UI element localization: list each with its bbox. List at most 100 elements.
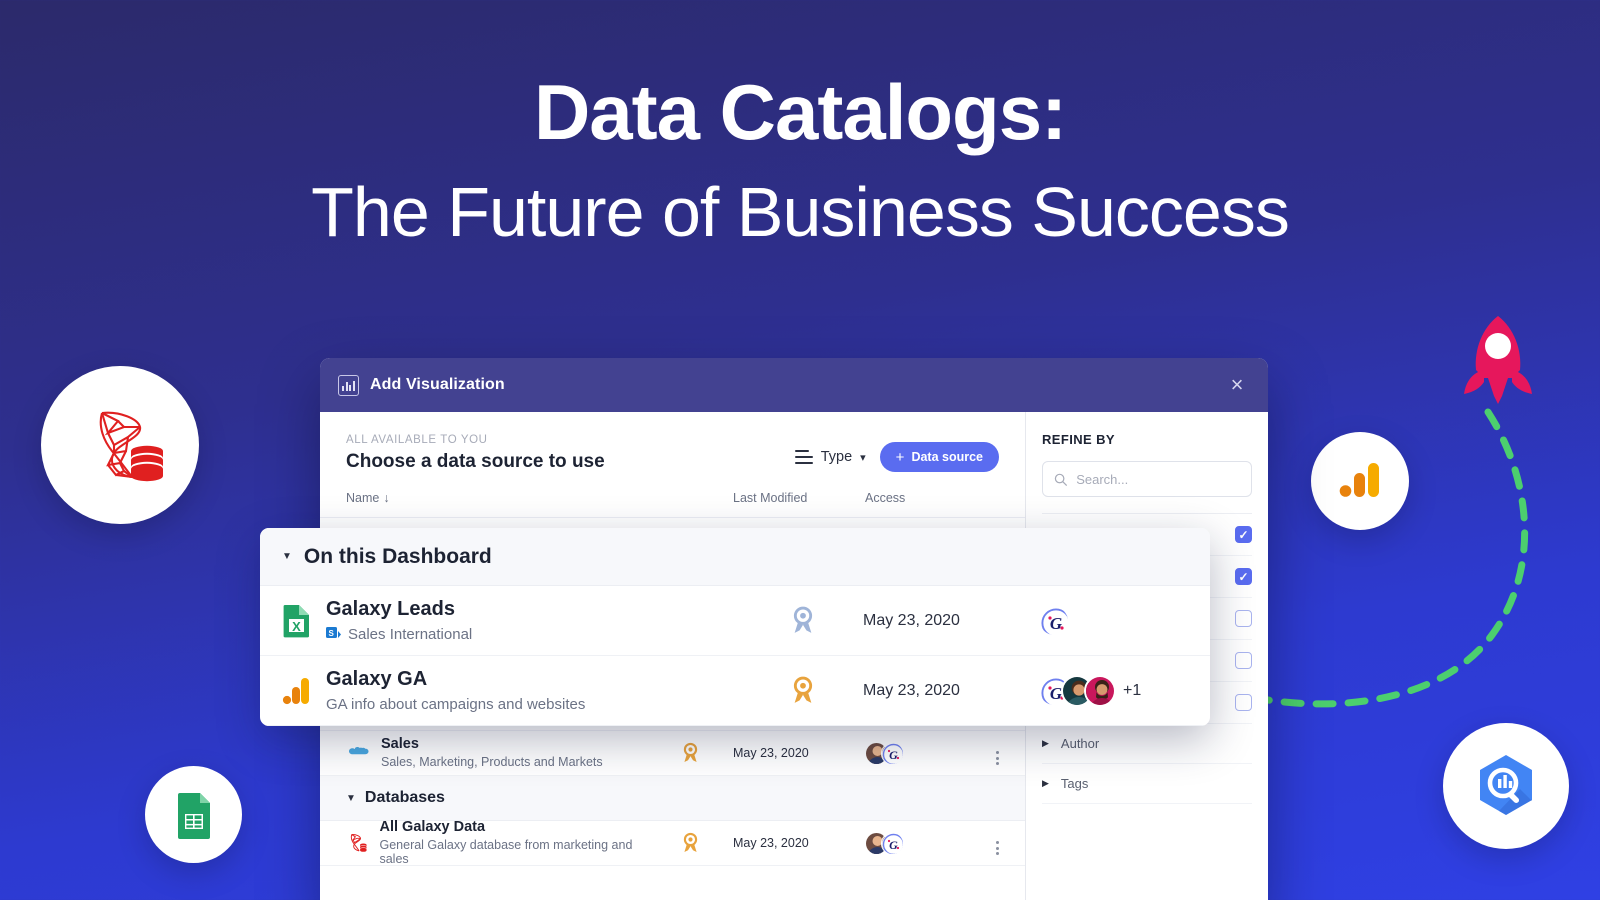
refine-filter-checkbox[interactable] (1235, 694, 1252, 711)
dialog-titlebar: Add Visualization × (320, 358, 1268, 412)
row-texts: Galaxy GA GA info about campaigns and we… (326, 668, 585, 714)
column-name[interactable]: Name ↓ (346, 491, 647, 505)
list-eyebrow: ALL AVAILABLE TO YOU (346, 434, 488, 446)
refine-search-box[interactable] (1042, 461, 1252, 497)
row-desc-wrap: GA info about campaigns and websites (326, 696, 585, 714)
sort-down-icon: ↓ (383, 491, 390, 505)
avatar-stack: G +1 (1038, 674, 1142, 707)
type-filter-button[interactable]: Type ▾ (794, 449, 866, 465)
certified-badge (647, 832, 733, 854)
column-last-modified[interactable]: Last Modified (733, 491, 865, 505)
add-data-source-button[interactable]: + Data source (879, 442, 999, 472)
rocket-trail-icon (1264, 408, 1529, 708)
dialog-title: Add Visualization (370, 376, 505, 393)
certified-badge (743, 605, 863, 636)
certified-badge (647, 742, 733, 764)
avatar (1084, 674, 1116, 707)
galaxy-logo-icon: G (881, 741, 904, 765)
google-sheets-icon (145, 766, 242, 863)
row-access: G (865, 831, 969, 855)
group-label: Databases (364, 789, 445, 806)
avatar-stack: G (865, 741, 904, 765)
row-main: Galaxy GA GA info about campaigns and we… (282, 668, 743, 714)
triangle-right-icon: ▶ (1042, 738, 1049, 748)
salesforce-cloud-icon (349, 746, 369, 755)
rocket-icon (1464, 316, 1532, 404)
svg-text:S: S (329, 629, 335, 638)
triangle-down-icon: ▼ (346, 792, 356, 804)
refine-accordion-tags[interactable]: ▶ Tags (1042, 764, 1252, 804)
row-name: Galaxy Leads (326, 597, 455, 620)
row-name: Galaxy GA (326, 667, 428, 690)
page-subtitle: The Future of Business Success (311, 172, 1290, 251)
row-desc: Sales International (348, 625, 473, 643)
list-header-actions: Type ▾ + Data source (794, 434, 999, 472)
table-row[interactable]: Sales Sales, Marketing, Products and Mar… (320, 731, 1025, 776)
row-last-modified: May 23, 2020 (733, 746, 809, 760)
refine-filter-checkbox[interactable] (1235, 652, 1252, 669)
row-main: X Galaxy Leads S Sales International (282, 598, 743, 644)
svg-text:X: X (292, 619, 301, 634)
search-icon (1054, 473, 1067, 486)
certified-silver-icon (793, 606, 813, 633)
google-sheets-icon: X (283, 604, 309, 637)
kebab-icon (996, 751, 999, 765)
svg-text:G: G (889, 838, 898, 852)
plus-icon: + (895, 448, 905, 466)
refine-accordion-label: Author (1060, 736, 1100, 751)
dashboard-row[interactable]: Galaxy GA GA info about campaigns and we… (260, 656, 1210, 726)
refine-filter-checkbox[interactable] (1235, 568, 1252, 585)
galaxy-logo-icon: G (881, 831, 904, 855)
group-header-databases[interactable]: ▼ Databases (320, 776, 1025, 821)
row-access: G +1 (1038, 674, 1188, 707)
list-heading: Choose a data source to use (346, 451, 605, 472)
dashboard-card-header[interactable]: ▼ On this Dashboard (260, 528, 1210, 586)
row-access: G (1038, 604, 1188, 637)
table-row[interactable]: All Galaxy Data General Galaxy database … (320, 819, 1025, 866)
close-icon[interactable]: × (1224, 372, 1250, 398)
row-main: All Galaxy Data General Galaxy database … (346, 819, 647, 866)
avatar-stack: G (1038, 604, 1070, 637)
row-desc: Sales, Marketing, Products and Markets (381, 755, 603, 770)
galaxy-logo-icon: G (1038, 604, 1070, 637)
kebab-icon (996, 841, 999, 855)
svg-text:G: G (1050, 614, 1063, 633)
column-access[interactable]: Access (865, 491, 969, 505)
refine-search-input[interactable] (1076, 471, 1240, 487)
refine-filter-checkbox[interactable] (1235, 610, 1252, 627)
type-filter-label: Type (820, 449, 853, 465)
row-texts: Sales Sales, Marketing, Products and Mar… (381, 736, 603, 769)
certified-gold-icon (793, 676, 813, 703)
chevron-down-icon: ▾ (860, 451, 866, 464)
sql-server-icon (41, 366, 199, 524)
refine-accordion-label: Tags (1060, 776, 1089, 791)
extra-avatars-count: +1 (1123, 681, 1142, 699)
add-data-source-label: Data source (911, 450, 983, 464)
triangle-right-icon: ▶ (1042, 778, 1049, 788)
row-access: G (865, 741, 969, 765)
bar-chart-icon (338, 374, 359, 396)
certified-badge (743, 675, 863, 706)
row-name: Sales (381, 736, 419, 753)
refine-accordion-author[interactable]: ▶ Author (1042, 724, 1252, 764)
row-desc-wrap: S Sales International (326, 626, 472, 644)
column-name-label: Name (346, 491, 380, 505)
refine-by-title: REFINE BY (1042, 432, 1115, 447)
on-this-dashboard-card: ▼ On this Dashboard X Galaxy Leads S Sal… (260, 528, 1210, 726)
filter-lines-icon (794, 450, 813, 464)
row-overflow-menu[interactable] (969, 831, 999, 855)
svg-text:G: G (889, 748, 898, 762)
row-desc: General Galaxy database from marketing a… (379, 837, 633, 867)
google-analytics-icon (282, 677, 309, 704)
dashboard-row[interactable]: X Galaxy Leads S Sales International May… (260, 586, 1210, 656)
sharepoint-icon: S (326, 627, 341, 638)
avatar-stack: G (865, 831, 904, 855)
row-name: All Galaxy Data (379, 819, 486, 836)
bigquery-icon (1443, 723, 1569, 849)
table-column-headers: Name ↓ Last Modified Access (320, 473, 1025, 518)
refine-filter-checkbox[interactable] (1235, 526, 1252, 543)
certified-gold-icon (683, 742, 697, 762)
row-overflow-menu[interactable] (969, 741, 999, 765)
dashboard-card-title: On this Dashboard (303, 544, 492, 568)
row-texts: Galaxy Leads S Sales International (326, 598, 472, 644)
